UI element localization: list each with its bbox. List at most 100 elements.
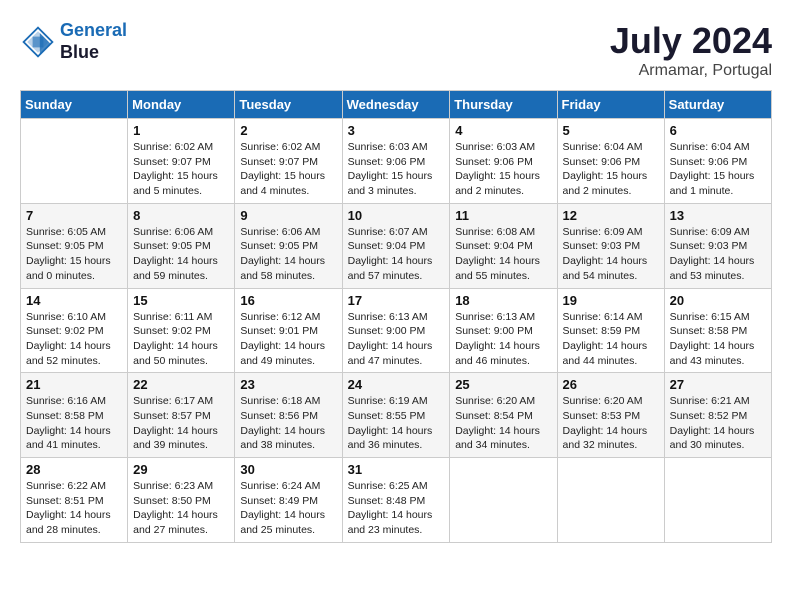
calendar-cell: 11Sunrise: 6:08 AM Sunset: 9:04 PM Dayli… (450, 203, 557, 288)
location-title: Armamar, Portugal (610, 62, 772, 80)
day-info: Sunrise: 6:12 AM Sunset: 9:01 PM Dayligh… (240, 310, 336, 369)
weekday-row: SundayMondayTuesdayWednesdayThursdayFrid… (21, 91, 772, 119)
calendar-cell: 28Sunrise: 6:22 AM Sunset: 8:51 PM Dayli… (21, 458, 128, 543)
calendar-cell: 12 Sunrise: 6:09 AM Sunset: 9:03 PM Dayli… (557, 203, 664, 288)
page-header: General Blue July 2024 Armamar, Portugal (20, 20, 772, 80)
logo-text-general: General (60, 20, 127, 42)
weekday-header-monday: Monday (128, 91, 235, 119)
calendar-cell: 4Sunrise: 6:03 AM Sunset: 9:06 PM Daylig… (450, 119, 557, 204)
day-info: Sunrise: 6:25 AM Sunset: 8:48 PM Dayligh… (348, 479, 445, 538)
day-info: Sunrise: 6:14 AM Sunset: 8:59 PM Dayligh… (563, 310, 659, 369)
weekday-header-wednesday: Wednesday (342, 91, 450, 119)
day-info: Sunrise: 6:20 AM Sunset: 8:53 PM Dayligh… (563, 394, 659, 453)
day-number: 15 (133, 293, 229, 308)
day-info: Sunrise: 6:04 AM Sunset: 9:06 PM Dayligh… (563, 140, 659, 199)
calendar-cell: 5 Sunrise: 6:04 AM Sunset: 9:06 PM Daylig… (557, 119, 664, 204)
day-info: Sunrise: 6:06 AM Sunset: 9:05 PM Dayligh… (133, 225, 229, 284)
logo-icon (20, 24, 56, 60)
day-number: 25 (455, 377, 551, 392)
calendar-cell: 6Sunrise: 6:04 AM Sunset: 9:06 PM Daylig… (664, 119, 771, 204)
calendar-cell: 2 Sunrise: 6:02 AM Sunset: 9:07 PM Daylig… (235, 119, 342, 204)
day-info: Sunrise: 6:21 AM Sunset: 8:52 PM Dayligh… (670, 394, 766, 453)
day-number: 9 (240, 208, 336, 223)
calendar-cell: 9 Sunrise: 6:06 AM Sunset: 9:05 PM Daylig… (235, 203, 342, 288)
day-info: Sunrise: 6:24 AM Sunset: 8:49 PM Dayligh… (240, 479, 336, 538)
day-number: 23 (240, 377, 336, 392)
day-number: 22 (133, 377, 229, 392)
day-info: Sunrise: 6:09 AM Sunset: 9:03 PM Dayligh… (670, 225, 766, 284)
day-number: 16 (240, 293, 336, 308)
calendar-cell: 3 Sunrise: 6:03 AM Sunset: 9:06 PM Daylig… (342, 119, 450, 204)
calendar-week-4: 21 Sunrise: 6:16 AM Sunset: 8:58 PM Dayli… (21, 373, 772, 458)
day-info: Sunrise: 6:03 AM Sunset: 9:06 PM Dayligh… (455, 140, 551, 199)
logo-text-blue: Blue (60, 42, 127, 64)
calendar-cell: 13 Sunrise: 6:09 AM Sunset: 9:03 PM Dayli… (664, 203, 771, 288)
day-number: 13 (670, 208, 766, 223)
day-number: 19 (563, 293, 659, 308)
day-number: 7 (26, 208, 122, 223)
calendar-cell (21, 119, 128, 204)
weekday-header-sunday: Sunday (21, 91, 128, 119)
day-info: Sunrise: 6:09 AM Sunset: 9:03 PM Dayligh… (563, 225, 659, 284)
calendar-cell: 18 Sunrise: 6:13 AM Sunset: 9:00 PM Dayli… (450, 288, 557, 373)
calendar-cell: 20Sunrise: 6:15 AM Sunset: 8:58 PM Dayli… (664, 288, 771, 373)
day-info: Sunrise: 6:19 AM Sunset: 8:55 PM Dayligh… (348, 394, 445, 453)
day-number: 21 (26, 377, 122, 392)
calendar-table: SundayMondayTuesdayWednesdayThursdayFrid… (20, 90, 772, 543)
calendar-cell: 23 Sunrise: 6:18 AM Sunset: 8:56 PM Dayli… (235, 373, 342, 458)
weekday-header-thursday: Thursday (450, 91, 557, 119)
day-info: Sunrise: 6:03 AM Sunset: 9:06 PM Dayligh… (348, 140, 445, 199)
calendar-cell: 25 Sunrise: 6:20 AM Sunset: 8:54 PM Dayli… (450, 373, 557, 458)
day-number: 30 (240, 462, 336, 477)
calendar-week-2: 7Sunrise: 6:05 AM Sunset: 9:05 PM Daylig… (21, 203, 772, 288)
calendar-cell: 30 Sunrise: 6:24 AM Sunset: 8:49 PM Dayli… (235, 458, 342, 543)
day-number: 31 (348, 462, 445, 477)
day-number: 27 (670, 377, 766, 392)
calendar-cell: 19 Sunrise: 6:14 AM Sunset: 8:59 PM Dayli… (557, 288, 664, 373)
day-info: Sunrise: 6:15 AM Sunset: 8:58 PM Dayligh… (670, 310, 766, 369)
day-number: 3 (348, 123, 445, 138)
day-number: 18 (455, 293, 551, 308)
day-info: Sunrise: 6:04 AM Sunset: 9:06 PM Dayligh… (670, 140, 766, 199)
day-number: 1 (133, 123, 229, 138)
day-number: 12 (563, 208, 659, 223)
day-number: 28 (26, 462, 122, 477)
day-info: Sunrise: 6:20 AM Sunset: 8:54 PM Dayligh… (455, 394, 551, 453)
day-number: 8 (133, 208, 229, 223)
day-info: Sunrise: 6:17 AM Sunset: 8:57 PM Dayligh… (133, 394, 229, 453)
day-number: 10 (348, 208, 445, 223)
day-info: Sunrise: 6:11 AM Sunset: 9:02 PM Dayligh… (133, 310, 229, 369)
day-info: Sunrise: 6:02 AM Sunset: 9:07 PM Dayligh… (240, 140, 336, 199)
day-number: 29 (133, 462, 229, 477)
day-info: Sunrise: 6:06 AM Sunset: 9:05 PM Dayligh… (240, 225, 336, 284)
weekday-header-saturday: Saturday (664, 91, 771, 119)
day-number: 26 (563, 377, 659, 392)
calendar-cell: 24 Sunrise: 6:19 AM Sunset: 8:55 PM Dayli… (342, 373, 450, 458)
calendar-cell (450, 458, 557, 543)
calendar-cell: 15 Sunrise: 6:11 AM Sunset: 9:02 PM Dayli… (128, 288, 235, 373)
calendar-cell: 31 Sunrise: 6:25 AM Sunset: 8:48 PM Dayli… (342, 458, 450, 543)
weekday-header-friday: Friday (557, 91, 664, 119)
day-info: Sunrise: 6:07 AM Sunset: 9:04 PM Dayligh… (348, 225, 445, 284)
day-number: 2 (240, 123, 336, 138)
day-number: 14 (26, 293, 122, 308)
calendar-cell: 8 Sunrise: 6:06 AM Sunset: 9:05 PM Daylig… (128, 203, 235, 288)
day-info: Sunrise: 6:10 AM Sunset: 9:02 PM Dayligh… (26, 310, 122, 369)
calendar-week-1: 1 Sunrise: 6:02 AM Sunset: 9:07 PM Daylig… (21, 119, 772, 204)
calendar-week-3: 14 Sunrise: 6:10 AM Sunset: 9:02 PM Dayli… (21, 288, 772, 373)
calendar-cell: 16 Sunrise: 6:12 AM Sunset: 9:01 PM Dayli… (235, 288, 342, 373)
day-info: Sunrise: 6:18 AM Sunset: 8:56 PM Dayligh… (240, 394, 336, 453)
calendar-cell: 14 Sunrise: 6:10 AM Sunset: 9:02 PM Dayli… (21, 288, 128, 373)
day-info: Sunrise: 6:13 AM Sunset: 9:00 PM Dayligh… (455, 310, 551, 369)
day-number: 11 (455, 208, 551, 223)
day-info: Sunrise: 6:16 AM Sunset: 8:58 PM Dayligh… (26, 394, 122, 453)
day-number: 5 (563, 123, 659, 138)
calendar-cell: 10 Sunrise: 6:07 AM Sunset: 9:04 PM Dayli… (342, 203, 450, 288)
day-info: Sunrise: 6:13 AM Sunset: 9:00 PM Dayligh… (348, 310, 445, 369)
calendar-cell (557, 458, 664, 543)
calendar-body: 1 Sunrise: 6:02 AM Sunset: 9:07 PM Daylig… (21, 119, 772, 543)
calendar-cell (664, 458, 771, 543)
logo: General Blue (20, 20, 127, 63)
title-block: July 2024 Armamar, Portugal (610, 20, 772, 80)
day-number: 24 (348, 377, 445, 392)
